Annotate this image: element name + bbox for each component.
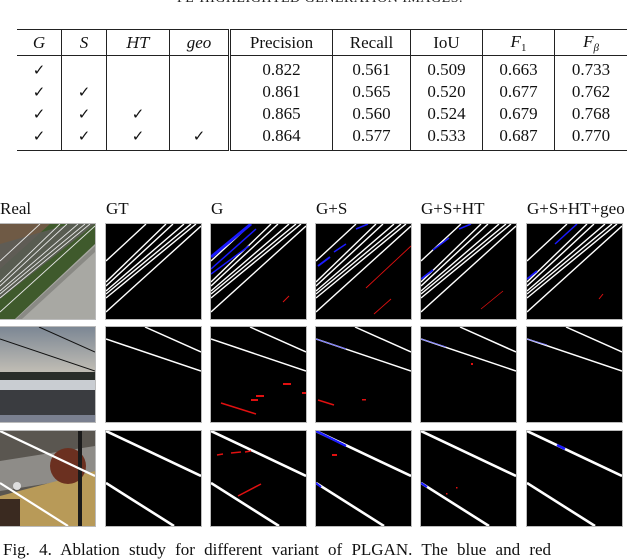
real-image xyxy=(0,327,95,422)
prediction-image xyxy=(106,224,201,319)
real-image xyxy=(0,224,95,319)
cell-geo: ✓ xyxy=(169,125,231,151)
image-panel xyxy=(527,327,622,422)
cell-geo xyxy=(169,81,231,103)
cell-recall: 0.561 xyxy=(332,55,411,81)
header-precision: Precision xyxy=(229,29,333,56)
table-row: ✓ 0.822 0.561 0.509 0.663 0.733 xyxy=(17,55,627,81)
real-image xyxy=(0,431,95,526)
header-fbeta-base: F xyxy=(583,31,594,51)
image-panel xyxy=(211,431,306,526)
table-header-row: G S HT geo Precision Recall IoU F1 Fβ xyxy=(17,29,627,56)
prediction-image xyxy=(527,224,622,319)
cell-fbeta: 0.768 xyxy=(571,104,611,123)
cell-g: ✓ xyxy=(17,103,62,125)
table-row: ✓ ✓ ✓ 0.865 0.560 0.524 0.679 0.768 xyxy=(17,103,627,125)
cell-fbeta: 0.762 xyxy=(571,82,611,101)
cell-ht: ✓ xyxy=(106,103,170,125)
prediction-image xyxy=(211,327,306,422)
cell-recall: 0.560 xyxy=(332,103,411,125)
cell-recall: 0.577 xyxy=(332,125,411,151)
cell-iou: 0.520 xyxy=(410,81,483,103)
cell-ht: ✓ xyxy=(106,125,170,151)
image-panel xyxy=(0,224,95,319)
table-row: ✓ ✓ 0.861 0.565 0.520 0.677 0.762 xyxy=(17,81,627,103)
prediction-image xyxy=(527,431,622,526)
prediction-image xyxy=(106,327,201,422)
header-fbeta-sub: β xyxy=(593,41,599,54)
cell-precision: 0.864 xyxy=(229,125,333,151)
image-panel xyxy=(527,224,622,319)
cell-ht xyxy=(106,55,170,81)
prediction-image xyxy=(316,431,411,526)
column-label: G+S xyxy=(316,199,348,218)
image-panel xyxy=(316,431,411,526)
prediction-image xyxy=(106,431,201,526)
cell-fbeta: 0.770 xyxy=(571,126,611,145)
header-iou: IoU xyxy=(410,29,483,56)
image-panel xyxy=(0,431,95,526)
image-panel xyxy=(421,431,516,526)
cell-precision: 0.822 xyxy=(229,55,333,81)
cell-g: ✓ xyxy=(17,125,62,151)
header-f1-sub: 1 xyxy=(520,41,527,54)
cell-recall: 0.565 xyxy=(332,81,411,103)
prediction-image xyxy=(211,431,306,526)
prediction-image xyxy=(316,327,411,422)
image-panel xyxy=(421,327,516,422)
header-s: S xyxy=(61,29,107,56)
prediction-image xyxy=(421,224,516,319)
prediction-image xyxy=(421,431,516,526)
cell-iou: 0.533 xyxy=(410,125,483,151)
cell-precision: 0.865 xyxy=(229,103,333,125)
cell-f1: 0.679 xyxy=(482,103,555,125)
cell-f1: 0.677 xyxy=(482,81,555,103)
image-panel xyxy=(0,327,95,422)
cell-precision: 0.861 xyxy=(229,81,333,103)
cell-g: ✓ xyxy=(17,81,62,103)
cell-s: ✓ xyxy=(61,103,107,125)
cell-f1: 0.663 xyxy=(482,55,555,81)
prediction-image xyxy=(527,327,622,422)
figure-caption: Fig. 4. Ablation study for different var… xyxy=(3,540,552,559)
column-label: G+S+HT xyxy=(421,199,485,218)
image-panel xyxy=(316,224,411,319)
table-title: PL-HIGHLIGHTED GENERATION IMAGES. xyxy=(0,0,640,7)
cell-geo xyxy=(169,103,231,125)
image-panel xyxy=(316,327,411,422)
cell-iou: 0.524 xyxy=(410,103,483,125)
header-f1-base: F xyxy=(510,31,521,51)
header-ht: HT xyxy=(106,29,170,56)
cell-geo xyxy=(169,55,231,81)
image-panel xyxy=(106,224,201,319)
header-recall: Recall xyxy=(332,29,411,56)
image-panel xyxy=(421,224,516,319)
image-panel xyxy=(106,431,201,526)
header-geo: geo xyxy=(169,29,231,56)
prediction-image xyxy=(211,224,306,319)
column-label: GT xyxy=(106,199,129,218)
cell-s: ✓ xyxy=(61,125,107,151)
prediction-image xyxy=(421,327,516,422)
ablation-table: G S HT geo Precision Recall IoU F1 Fβ ✓ 0… xyxy=(17,29,627,151)
image-panel xyxy=(527,431,622,526)
prediction-image xyxy=(316,224,411,319)
column-label: Real xyxy=(0,199,32,218)
image-panel xyxy=(211,327,306,422)
column-label: G+S+HT+geo xyxy=(527,199,625,218)
table-row: ✓ ✓ ✓ ✓ 0.864 0.577 0.533 0.687 0.770 xyxy=(17,125,627,151)
column-label: G xyxy=(211,199,224,218)
cell-ht xyxy=(106,81,170,103)
image-panel xyxy=(106,327,201,422)
cell-f1: 0.687 xyxy=(482,125,555,151)
header-f1: F1 xyxy=(482,29,555,56)
header-fbeta: Fβ xyxy=(554,29,627,56)
cell-fbeta: 0.733 xyxy=(571,60,611,79)
cell-s xyxy=(61,55,107,81)
cell-g: ✓ xyxy=(17,55,62,81)
image-panel xyxy=(211,224,306,319)
cell-s: ✓ xyxy=(61,81,107,103)
cell-iou: 0.509 xyxy=(410,55,483,81)
header-g: G xyxy=(17,29,62,56)
